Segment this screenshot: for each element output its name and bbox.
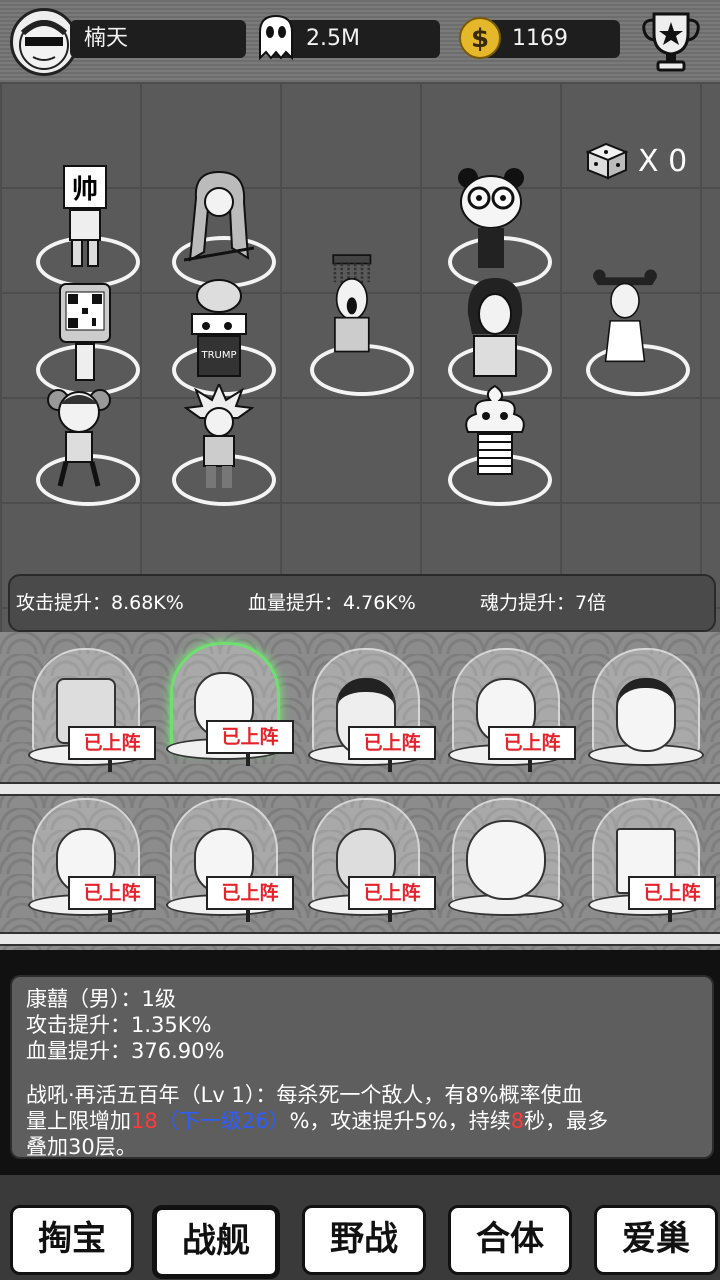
- hero-hp-boost: 血量提升：376.90%: [26, 1039, 225, 1063]
- hero-handsome[interactable]: 帅: [50, 162, 120, 272]
- nav-field-button[interactable]: 野战: [302, 1205, 426, 1275]
- shelf-rail: [0, 782, 720, 796]
- hero-fighter-girl[interactable]: [44, 382, 114, 492]
- skill-value: 18: [131, 1109, 158, 1133]
- dice-count: X 0: [638, 144, 688, 179]
- player-name-panel: 楠天: [70, 20, 246, 58]
- hero-dome-handsome[interactable]: 已上阵: [588, 798, 716, 922]
- hero-qing-lady[interactable]: [590, 262, 660, 372]
- svg-text:帅: 帅: [72, 175, 98, 205]
- hero-panda[interactable]: [456, 166, 526, 276]
- hero-dome-qing-lady[interactable]: [588, 648, 704, 766]
- deployed-tag: 已上阵: [628, 876, 716, 922]
- hero-dome-poop[interactable]: 已上阵: [166, 798, 294, 922]
- skill-text-a: 量上限增加: [26, 1109, 131, 1133]
- coins-panel: $ 1169: [459, 17, 620, 59]
- hero-dome-qrcode[interactable]: 已上阵: [28, 648, 156, 772]
- shelf-rail: [0, 932, 720, 946]
- skill-next-level: （下一级26）: [157, 1109, 290, 1133]
- top-bar: 楠天 2.5M $ 1169: [0, 0, 720, 85]
- hero-dome-dark-hair[interactable]: 已上阵: [308, 648, 436, 772]
- dice-icon: [585, 142, 629, 180]
- svg-text:$: $: [471, 24, 489, 54]
- soul-boost: 魂力提升：7倍: [480, 592, 607, 614]
- souls-panel: 2.5M: [259, 14, 440, 61]
- hero-dome-round-face[interactable]: [448, 798, 564, 916]
- skill-text-b: %，攻速提升5%，持续: [289, 1109, 511, 1133]
- hero-spiky[interactable]: [184, 384, 254, 494]
- hero-trump[interactable]: TRUMP: [184, 274, 254, 384]
- deployed-tag: 已上阵: [68, 876, 156, 922]
- hero-dark-hair[interactable]: [460, 274, 530, 384]
- deployed-tag: 已上阵: [68, 726, 156, 772]
- hero-qrcode[interactable]: [50, 278, 120, 388]
- attack-boost: 攻击提升：8.68K%: [16, 592, 184, 614]
- skill-description-line3: 叠加30层。: [26, 1135, 137, 1159]
- hero-dome-long-hair[interactable]: 已上阵: [308, 798, 436, 922]
- nav-warship-button[interactable]: 战舰: [152, 1205, 280, 1279]
- hero-long-hair[interactable]: [184, 168, 254, 278]
- skill-text-c: 秒，最多: [524, 1109, 609, 1133]
- hero-roster: 已上阵 已上阵 已上阵 已上阵 已上阵 已上阵 已上阵 已上阵: [0, 632, 720, 950]
- deployed-tag: 已上阵: [348, 876, 436, 922]
- coin-icon: $: [459, 17, 501, 59]
- coins-value: 1169: [512, 26, 568, 51]
- nav-treasure-button[interactable]: 掏宝: [10, 1205, 134, 1275]
- hp-boost: 血量提升：4.76K%: [248, 592, 416, 614]
- hero-poop[interactable]: [460, 384, 530, 494]
- nav-merge-button[interactable]: 合体: [448, 1205, 572, 1275]
- deployed-tag: 已上阵: [206, 876, 294, 922]
- bottom-nav: 掏宝 战舰 野战 合体 爱巢: [0, 1175, 720, 1280]
- nav-nest-button[interactable]: 爱巢: [594, 1205, 718, 1275]
- player-name: 楠天: [84, 26, 129, 51]
- hero-dome-emperor[interactable]: 已上阵: [166, 642, 294, 766]
- hero-emperor[interactable]: [316, 250, 386, 360]
- svg-text:TRUMP: TRUMP: [200, 350, 236, 361]
- deployed-tag: 已上阵: [206, 720, 294, 766]
- trophy-icon[interactable]: [636, 6, 706, 76]
- skill-duration: 8: [510, 1109, 525, 1133]
- deployed-tag: 已上阵: [348, 726, 436, 772]
- team-stats-bar: 攻击提升：8.68K% 血量提升：4.76K% 魂力提升：7倍: [8, 574, 716, 632]
- deployed-tag: 已上阵: [488, 726, 576, 772]
- battle-board: X 0 帅 TRUMP: [0, 82, 720, 632]
- ghost-icon: [259, 14, 293, 61]
- hero-dome-fighter-girl[interactable]: 已上阵: [28, 798, 156, 922]
- hero-detail-panel: 康囍（男）：1级 攻击提升：1.35K% 血量提升：376.90% 战吼·再活五…: [10, 975, 714, 1159]
- souls-value: 2.5M: [306, 26, 360, 51]
- hero-dome-panda[interactable]: 已上阵: [448, 648, 576, 772]
- player-avatar[interactable]: [10, 8, 78, 76]
